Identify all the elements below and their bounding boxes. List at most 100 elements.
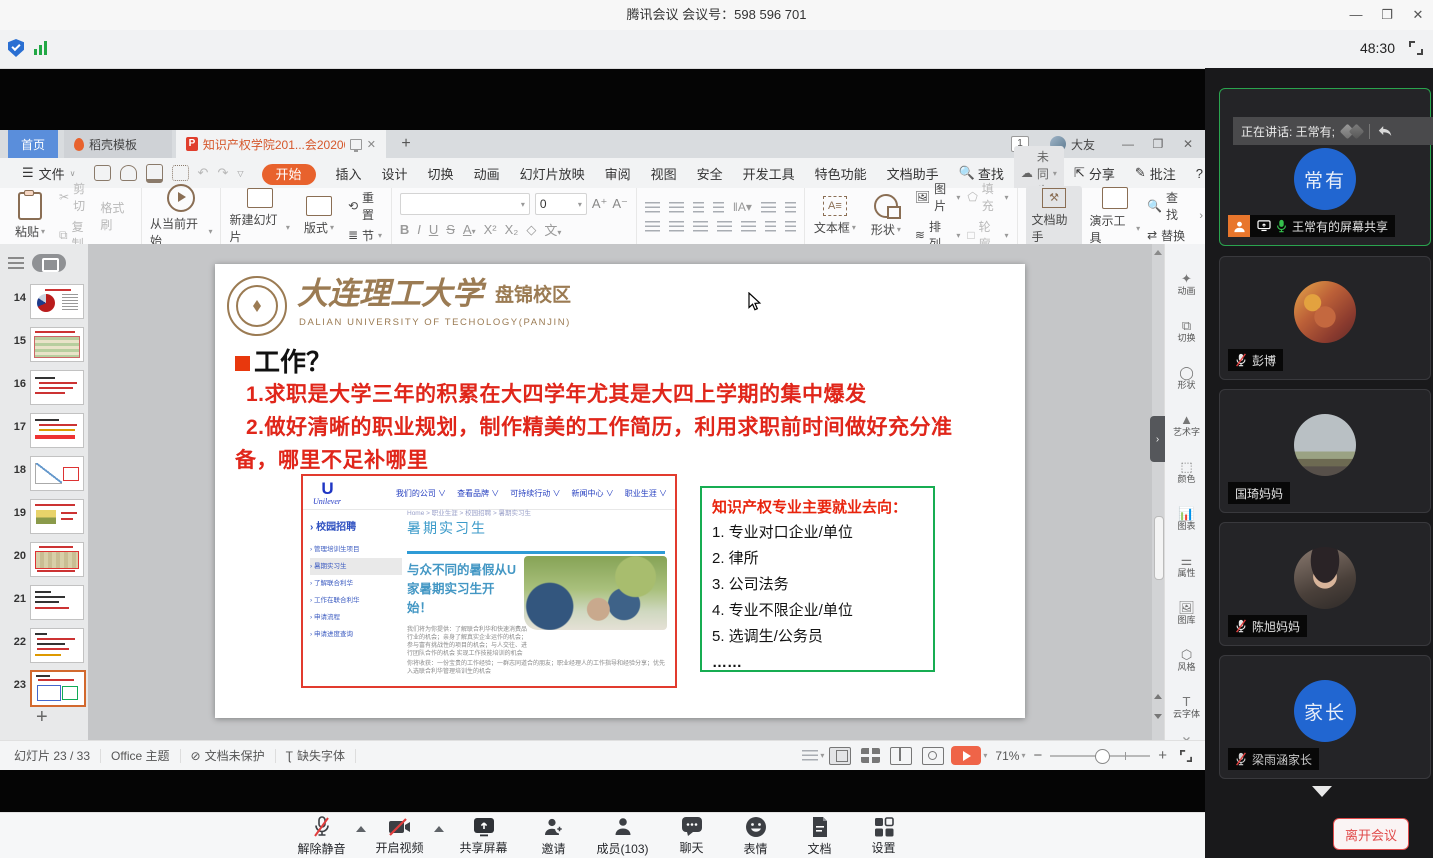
- menu-devtools[interactable]: 开发工具: [733, 164, 805, 183]
- play-options-icon[interactable]: ▾: [983, 751, 987, 760]
- slide[interactable]: 大连理工大学 盘锦校区 DALIAN UNIVERSITY OF TECHOLO…: [215, 264, 1025, 718]
- menu-animation[interactable]: 动画: [464, 164, 510, 183]
- tab-close-icon[interactable]: ✕: [367, 138, 376, 151]
- distribute-icon[interactable]: [741, 221, 756, 232]
- comment-button[interactable]: ✎批注: [1125, 164, 1186, 183]
- slide-thumb-20[interactable]: [30, 542, 84, 577]
- theme-name[interactable]: Office 主题: [111, 747, 169, 764]
- slide-thumb-21[interactable]: [30, 585, 84, 620]
- strike-button[interactable]: S: [446, 222, 455, 237]
- replace-button[interactable]: ⇄ 替换: [1147, 227, 1187, 244]
- tool-wordart[interactable]: ▲艺术字: [1165, 413, 1208, 439]
- align-center-icon[interactable]: [669, 221, 684, 232]
- menu-transition[interactable]: 切换: [418, 164, 464, 183]
- reset-button[interactable]: ⟲ 重置: [348, 189, 383, 223]
- output-icon[interactable]: [120, 165, 137, 181]
- sidebar-link-active[interactable]: › 暑期实习生: [310, 558, 402, 575]
- slide-thumb-23-selected[interactable]: [30, 670, 86, 707]
- zoom-slider[interactable]: [1050, 755, 1150, 757]
- invite-button[interactable]: 邀请: [522, 816, 586, 857]
- bold-button[interactable]: B: [400, 222, 409, 237]
- previous-slide-icon[interactable]: [1154, 694, 1162, 699]
- normal-view-button[interactable]: [829, 747, 851, 765]
- paste-button[interactable]: 粘贴▾: [8, 192, 52, 240]
- shapes-button[interactable]: 形状▾: [864, 194, 908, 238]
- sidebar-title[interactable]: › 校园招聘: [310, 518, 402, 533]
- undo-icon[interactable]: ↶: [198, 165, 209, 181]
- sidebar-link[interactable]: › 申请流程: [310, 609, 402, 626]
- align-left-icon[interactable]: [645, 221, 660, 232]
- menu-start[interactable]: 开始: [252, 164, 326, 183]
- menu-features[interactable]: 特色功能: [805, 164, 877, 183]
- menu-slideshow[interactable]: 幻灯片放映: [510, 164, 595, 183]
- slideshow-play-button[interactable]: [951, 746, 981, 765]
- settings-button[interactable]: 设置: [852, 817, 916, 856]
- notes-button[interactable]: ▾: [802, 750, 824, 761]
- menu-insert[interactable]: 插入: [326, 164, 372, 183]
- participant-tile-sharer[interactable]: 常有 王常有的屏幕共享: [1219, 88, 1431, 246]
- reading-view-button[interactable]: [890, 747, 912, 765]
- font-family-combo[interactable]: ▾: [400, 193, 530, 215]
- doc-assistant-button[interactable]: ⚒文档助手: [1026, 186, 1083, 247]
- slide-thumb-15[interactable]: [30, 327, 84, 362]
- font-color-button[interactable]: A▾: [463, 222, 476, 237]
- close-button[interactable]: ✕: [1403, 0, 1433, 30]
- text-direction-icon[interactable]: ‖A▾: [733, 200, 752, 214]
- members-button[interactable]: 成员(103): [586, 816, 660, 857]
- tool-charts[interactable]: 📊图表: [1165, 507, 1208, 533]
- fullscreen-icon[interactable]: [1409, 41, 1423, 55]
- zoom-slider-knob[interactable]: [1095, 749, 1110, 764]
- leave-meeting-button[interactable]: 离开会议: [1333, 818, 1409, 850]
- share-button[interactable]: ⇱分享: [1064, 164, 1125, 183]
- sidebar-link[interactable]: › 管理培训生项目: [310, 541, 402, 558]
- zoom-out-button[interactable]: −: [1033, 747, 1042, 764]
- menu-review[interactable]: 审阅: [595, 164, 641, 183]
- sidebar-link[interactable]: › 工作在联合利华: [310, 592, 402, 609]
- underline-button[interactable]: U: [429, 222, 438, 237]
- scrollbar-thumb[interactable]: [1154, 516, 1164, 580]
- zoom-level[interactable]: 71%▾: [995, 749, 1025, 763]
- picture-button[interactable]: 🖼 图片▾: [915, 180, 960, 214]
- layout-button[interactable]: 版式▾: [297, 196, 341, 236]
- add-slide-button[interactable]: +: [36, 706, 48, 729]
- scroll-up-icon[interactable]: [1154, 250, 1162, 255]
- tab-home[interactable]: 首页: [8, 130, 58, 158]
- fit-slide-button[interactable]: [1180, 750, 1192, 762]
- play-from-current-button[interactable]: 从当前开始▾: [150, 184, 212, 249]
- zoom-in-button[interactable]: +: [1158, 747, 1167, 764]
- nav-item[interactable]: 我们的公司 ∨: [396, 488, 446, 499]
- section-button[interactable]: ≣ 节▾: [348, 227, 383, 244]
- sidebar-link[interactable]: › 申请进度查询: [310, 626, 402, 643]
- tool-shapes[interactable]: ◯形状: [1165, 366, 1208, 392]
- tool-colors[interactable]: ⬚颜色: [1165, 460, 1208, 486]
- tab-docer[interactable]: 稻壳模板: [64, 130, 172, 158]
- tool-gallery[interactable]: 🖼图库: [1165, 601, 1208, 627]
- slide-sorter-button[interactable]: [861, 748, 880, 763]
- tool-styles[interactable]: ⬡风格: [1165, 648, 1208, 674]
- presenter-view-button[interactable]: [922, 747, 944, 765]
- textbox-button[interactable]: A≡文本框▾: [813, 196, 857, 236]
- justify-icon[interactable]: [717, 221, 732, 232]
- save-icon[interactable]: [94, 165, 111, 181]
- outdent-icon[interactable]: [693, 202, 704, 213]
- menu-view[interactable]: 视图: [641, 164, 687, 183]
- protection-status[interactable]: ⊘ 文档未保护: [191, 747, 265, 764]
- decrease-font-icon[interactable]: A⁻: [612, 196, 628, 212]
- slide-thumb-17[interactable]: [30, 413, 84, 448]
- format-painter-button[interactable]: 格式刷: [100, 199, 133, 233]
- italic-button[interactable]: I: [417, 222, 421, 237]
- tab-document[interactable]: P 知识产权学院201...会20200508 ✕: [176, 130, 386, 158]
- align-text-icon[interactable]: [761, 202, 776, 213]
- find-button[interactable]: 🔍 查找: [1147, 189, 1187, 223]
- participant-tile[interactable]: 国琦妈妈: [1219, 389, 1431, 513]
- tool-transition[interactable]: ⧉切换: [1165, 319, 1208, 345]
- participant-tile[interactable]: 陈旭妈妈: [1219, 522, 1431, 646]
- para-spacing-icon[interactable]: [785, 221, 796, 232]
- start-video-button[interactable]: 开启视频: [368, 817, 432, 856]
- tool-properties[interactable]: ⚌属性: [1165, 554, 1208, 580]
- align-right-icon[interactable]: [693, 221, 708, 232]
- redo-icon[interactable]: ↷: [217, 165, 228, 181]
- superscript-button[interactable]: X²: [484, 222, 497, 237]
- unmute-button[interactable]: 解除静音: [290, 816, 354, 857]
- numbering-icon[interactable]: [669, 202, 684, 213]
